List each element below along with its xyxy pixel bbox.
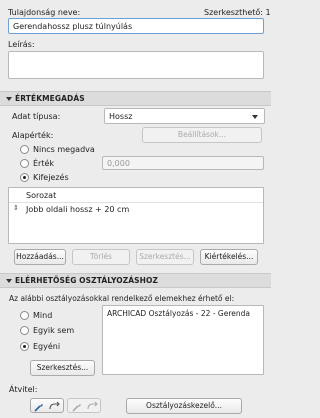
property-name-value: Gerendahossz plusz túlnyúlás (13, 22, 133, 31)
collapse-triangle-icon (6, 279, 12, 283)
editable-count: 1 (265, 8, 271, 17)
option-not-set[interactable]: Nincs megadva (20, 144, 140, 156)
value-section-title: ÉRTÉKMEGADÁS (15, 94, 85, 103)
table-cell: Jobb oldali hossz + 20 cm (26, 205, 130, 214)
value-input[interactable]: 0,000 (102, 156, 264, 170)
transfer-tool-group-disabled (67, 398, 101, 413)
editable-text: Szerkeszthető: (204, 8, 263, 17)
description-field[interactable] (8, 51, 264, 79)
option-custom[interactable]: Egyéni (20, 341, 90, 353)
option-expression[interactable]: Kifejezés (20, 172, 140, 184)
data-type-value: Hossz (109, 112, 133, 121)
option-all[interactable]: Mind (20, 310, 90, 322)
expression-table: Sorozat ⇕ Jobb oldali hossz + 20 cm (8, 187, 264, 244)
radio-button[interactable] (20, 173, 29, 182)
option-label: Nincs megadva (33, 145, 95, 154)
classification-description: Az alábbi osztályozásokkal rendelkező el… (9, 294, 235, 303)
settings-button[interactable]: Beállítások... (142, 127, 262, 143)
add-button[interactable]: Hozzáadás... (14, 249, 66, 265)
collapse-triangle-icon (6, 97, 12, 101)
editable-label: Szerkeszthető: 1 (204, 8, 271, 17)
option-label: Egyik sem (33, 326, 75, 335)
property-name-label: Tulajdonság neve: (8, 8, 81, 17)
data-type-select[interactable]: Hossz (104, 108, 265, 124)
radio-button[interactable] (20, 342, 29, 351)
syringe-icon[interactable] (71, 401, 83, 412)
option-value[interactable]: Érték (20, 158, 100, 170)
description-label: Leírás: (8, 40, 35, 49)
radio-button[interactable] (20, 311, 29, 320)
redo-arrow-icon[interactable] (86, 401, 99, 412)
classification-manager-button[interactable]: Osztályozáskezelő... (126, 398, 242, 414)
radio-button[interactable] (20, 326, 29, 335)
transfer-tool-group (30, 398, 64, 413)
option-none[interactable]: Egyik sem (20, 325, 90, 337)
transfer-label: Átvitel: (9, 385, 38, 394)
classification-list: ARCHICAD Osztályozás - 22 - Gerenda (102, 305, 264, 375)
default-value-label: Alapérték: (12, 131, 54, 140)
table-row[interactable]: ⇕ Jobb oldali hossz + 20 cm (9, 203, 263, 216)
classification-section-title: ELÉRHETŐSÉG OSZTÁLYOZÁSHOZ (15, 276, 159, 285)
property-name-field[interactable]: Gerendahossz plusz túlnyúlás (8, 18, 264, 34)
evaluate-button[interactable]: Kiértékelés... (200, 249, 258, 265)
eyedropper-icon[interactable] (33, 401, 45, 412)
chevron-down-icon (252, 115, 258, 119)
option-label: Kifejezés (33, 173, 69, 182)
value-section-header[interactable]: ÉRTÉKMEGADÁS (0, 91, 271, 106)
radio-button[interactable] (20, 159, 29, 168)
option-label: Mind (33, 311, 53, 320)
redo-arrow-icon[interactable] (48, 401, 61, 412)
classification-section-header[interactable]: ELÉRHETŐSÉG OSZTÁLYOZÁSHOZ (0, 273, 271, 288)
option-label: Érték (33, 159, 55, 168)
classification-edit-button[interactable]: Szerkesztés... (30, 360, 95, 376)
list-item[interactable]: ARCHICAD Osztályozás - 22 - Gerenda (107, 309, 250, 318)
edit-button[interactable]: Szerkesztés... (136, 249, 194, 265)
data-type-label: Adat típusa: (12, 112, 61, 121)
drag-handle-icon[interactable]: ⇕ (13, 204, 19, 212)
option-label: Egyéni (33, 342, 61, 351)
value-input-text: 0,000 (107, 159, 130, 168)
delete-button[interactable]: Törlés (72, 249, 130, 265)
radio-button[interactable] (20, 145, 29, 154)
table-header: Sorozat (26, 191, 57, 200)
